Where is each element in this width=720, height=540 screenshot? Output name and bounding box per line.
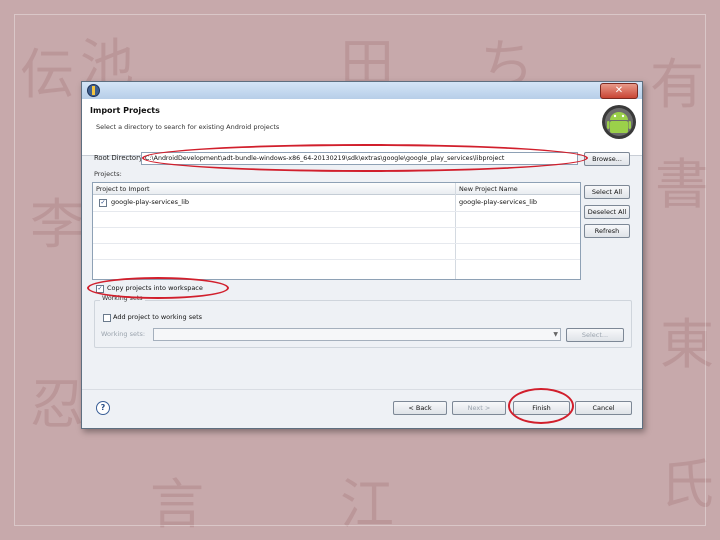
add-working-sets-label: Add project to working sets <box>113 313 203 321</box>
root-directory-label: Root Directory: <box>94 154 145 162</box>
row-divider <box>93 211 580 212</box>
page-title: Import Projects <box>90 106 160 115</box>
deselect-all-button[interactable]: Deselect All <box>584 205 630 219</box>
working-sets-combo[interactable]: ▼ <box>153 328 561 341</box>
android-logo-icon <box>602 105 636 139</box>
column-header-new-name[interactable]: New Project Name <box>456 183 580 195</box>
project-checkbox[interactable]: ✓ <box>99 199 107 207</box>
select-all-button[interactable]: Select All <box>584 185 630 199</box>
browse-button[interactable]: Browse... <box>584 152 630 166</box>
title-bar: ✕ <box>82 82 642 99</box>
project-name-cell: google-play-services_lib <box>111 198 190 206</box>
column-divider <box>455 183 456 279</box>
new-project-name-cell[interactable]: google-play-services_lib <box>459 198 537 206</box>
page-description: Select a directory to search for existin… <box>96 123 280 131</box>
next-button[interactable]: Next > <box>452 401 506 415</box>
working-sets-field-label: Working sets: <box>101 330 146 338</box>
eclipse-app-icon <box>87 84 100 97</box>
back-button[interactable]: < Back <box>393 401 447 415</box>
add-working-sets-checkbox[interactable] <box>103 314 111 322</box>
import-projects-dialog: ✕ Import Projects Select a directory to … <box>81 81 643 429</box>
root-directory-highlight <box>142 144 588 172</box>
working-sets-select-button[interactable]: Select... <box>566 328 624 342</box>
help-icon[interactable]: ? <box>96 401 110 415</box>
cancel-button[interactable]: Cancel <box>575 401 632 415</box>
chevron-down-icon: ▼ <box>553 331 558 338</box>
projects-table: Project to Import New Project Name ✓ goo… <box>92 182 581 280</box>
copy-projects-highlight <box>87 277 229 299</box>
column-header-project[interactable]: Project to Import <box>93 183 455 195</box>
refresh-button[interactable]: Refresh <box>584 224 630 238</box>
row-divider <box>93 227 580 228</box>
close-icon: ✕ <box>614 85 624 96</box>
finish-button-highlight <box>508 388 574 424</box>
projects-label: Projects: <box>94 170 122 178</box>
row-divider <box>93 243 580 244</box>
close-button[interactable]: ✕ <box>600 83 638 99</box>
row-divider <box>93 259 580 260</box>
